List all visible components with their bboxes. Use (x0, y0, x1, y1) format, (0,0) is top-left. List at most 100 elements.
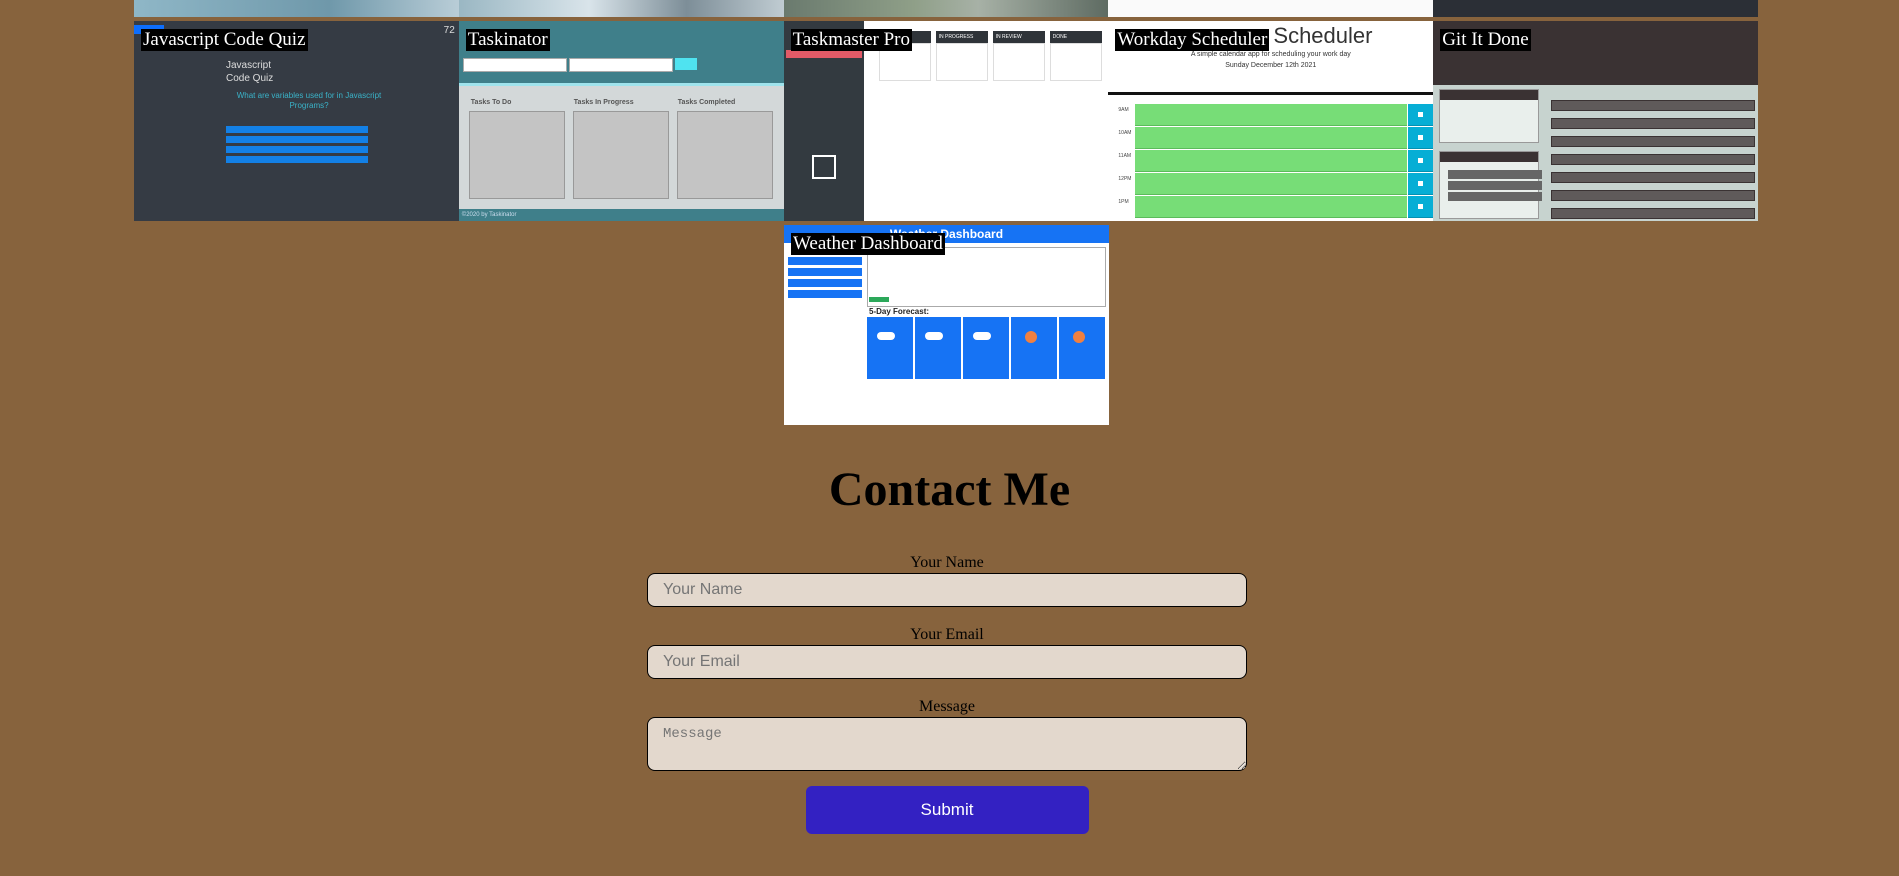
name-input[interactable] (647, 573, 1247, 607)
project-title: Git It Done (1440, 29, 1531, 51)
column-title: Tasks Completed (677, 99, 736, 106)
card-header (1440, 152, 1539, 162)
column-title: Tasks To Do (470, 99, 512, 106)
topic-button (1448, 170, 1543, 179)
project-tile-workday-scheduler[interactable]: Workday Scheduler Scheduler A simple cal… (1108, 21, 1434, 221)
forecast-card (915, 317, 961, 379)
task-column (935, 43, 988, 81)
add-task-button (674, 58, 697, 70)
column-header: IN PROGRESS (935, 31, 988, 43)
quiz-answer (226, 156, 368, 163)
project-title: Javascript Code Quiz (141, 29, 308, 51)
project-title: Taskinator (465, 29, 550, 51)
search-user-card (1439, 89, 1540, 143)
project-thumb-cropped[interactable] (1108, 0, 1434, 17)
project-thumb-cropped[interactable] (458, 0, 784, 17)
project-thumb-cropped[interactable] (1433, 0, 1758, 17)
cloud-icon (973, 332, 991, 340)
time-block (1135, 196, 1408, 218)
city-button (788, 257, 862, 265)
search-topic-card (1439, 151, 1543, 219)
repo-item (1551, 172, 1756, 183)
quiz-answer (226, 136, 368, 143)
task-column (1049, 43, 1102, 81)
checkbox-icon (811, 155, 836, 179)
card-header (1440, 90, 1539, 100)
submit-button[interactable]: Submit (805, 786, 1089, 834)
task-column (468, 111, 565, 199)
save-icon (1408, 173, 1434, 195)
email-label: Your Email (910, 626, 984, 643)
remove-tasks-button (785, 50, 862, 58)
project-title: Weather Dashboard (791, 233, 945, 255)
name-label: Your Name (910, 554, 984, 571)
forecast-card (1059, 317, 1105, 379)
repo-item (1551, 118, 1756, 129)
time-block (1135, 104, 1408, 126)
uv-badge (869, 297, 889, 302)
message-textarea[interactable] (647, 717, 1247, 771)
repo-item (1551, 190, 1756, 201)
task-column (992, 43, 1045, 81)
current-weather-panel (867, 247, 1106, 307)
column-header: IN REVIEW (992, 31, 1045, 43)
contact-heading: Contact Me (828, 463, 1071, 516)
project-title: Workday Scheduler (1115, 29, 1270, 51)
repo-item (1551, 154, 1756, 165)
task-name-input (462, 58, 567, 72)
save-icon (1408, 127, 1434, 149)
quiz-timer: 72 (443, 25, 455, 36)
project-title: Taskmaster Pro (790, 29, 912, 51)
city-button (788, 279, 862, 287)
hour-label: 12PM (1118, 176, 1132, 182)
topic-button (1448, 181, 1543, 190)
hour-label: 10AM (1118, 130, 1132, 136)
time-block (1135, 127, 1408, 149)
project-tile-taskmaster-pro[interactable]: Taskmaster Pro TO DO IN PROGRESS IN REVI… (783, 21, 1109, 221)
hour-label: 11AM (1118, 153, 1132, 159)
project-thumb-cropped[interactable] (134, 0, 459, 17)
time-block (1135, 173, 1408, 195)
project-tile-weather-dashboard[interactable]: Weather Dashboard Weather Dashboard 5-Da… (784, 225, 1109, 425)
email-input[interactable] (647, 645, 1247, 679)
quiz-answer (226, 146, 368, 153)
project-thumb-cropped[interactable] (783, 0, 1109, 17)
divider (1108, 92, 1434, 95)
save-icon (1408, 150, 1434, 172)
app-title: Scheduler (1273, 23, 1373, 48)
task-column (676, 111, 773, 199)
task-column (572, 111, 669, 199)
hour-label: 9AM (1118, 107, 1129, 113)
sun-icon (1025, 331, 1037, 343)
forecast-card (867, 317, 913, 379)
forecast-card (1011, 317, 1057, 379)
city-button (788, 290, 862, 298)
app-footer: ©2020 by Taskinator (458, 209, 784, 221)
forecast-title: 5-Day Forecast: (869, 307, 930, 316)
repo-item (1551, 100, 1756, 111)
project-row: Weather Dashboard Weather Dashboard 5-Da… (784, 225, 1109, 425)
repo-item (1551, 208, 1756, 219)
column-header: DONE (1049, 31, 1102, 43)
cloud-icon (877, 332, 895, 340)
current-date: Sunday December 12th 2021 (1225, 62, 1317, 69)
hour-label: 1PM (1118, 199, 1129, 205)
quiz-heading: Javascript Code Quiz (226, 60, 274, 84)
project-row: Javascript Code Quiz 72 Javascript Code … (134, 21, 1758, 221)
forecast-card (963, 317, 1009, 379)
column-title: Tasks In Progress (573, 99, 634, 106)
save-icon (1408, 196, 1434, 218)
project-tile-git-it-done[interactable]: Git It Done (1433, 21, 1758, 221)
save-icon (1408, 104, 1434, 126)
sun-icon (1073, 331, 1085, 343)
project-tile-taskinator[interactable]: Taskinator Tasks To Do Tasks In Progress… (458, 21, 784, 221)
time-block (1135, 150, 1408, 172)
project-row-top (134, 0, 1758, 17)
contact-form: Your Name Your Email Message Submit (647, 553, 1247, 834)
project-tile-code-quiz[interactable]: Javascript Code Quiz 72 Javascript Code … (134, 21, 459, 221)
quiz-answer (226, 126, 368, 133)
city-button (788, 268, 862, 276)
app-subtitle: A simple calendar app for scheduling you… (1190, 51, 1351, 58)
message-label: Message (919, 698, 975, 715)
quiz-question: What are variables used for in Javascrip… (236, 91, 382, 110)
